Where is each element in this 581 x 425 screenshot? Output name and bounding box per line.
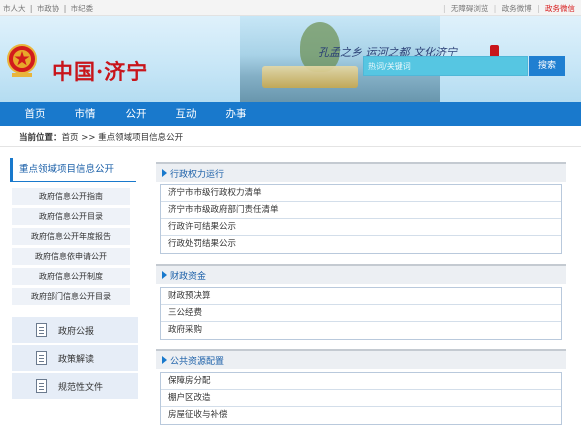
- triangle-right-icon: [162, 169, 167, 177]
- main-nav: 首页 市情 公开 互动 办事: [0, 102, 581, 126]
- sidebar-card-label: 规范性文件: [58, 383, 104, 393]
- list-item[interactable]: 保障房分配: [161, 373, 561, 390]
- section-title[interactable]: 行政权力运行: [170, 167, 224, 180]
- nav-item-interaction[interactable]: 互动: [158, 102, 214, 126]
- sidebar-link-on-request[interactable]: 政府信息依申请公开: [12, 248, 130, 265]
- nav-item-services[interactable]: 办事: [208, 102, 264, 126]
- banner-bridge: [262, 66, 358, 88]
- list-item[interactable]: 财政预决算: [161, 288, 561, 305]
- nav-item-city-info[interactable]: 市情: [57, 102, 113, 126]
- list-item[interactable]: 政府采购: [161, 322, 561, 339]
- sidebar-card-policy[interactable]: 政策解读: [12, 345, 138, 371]
- section-title[interactable]: 公共资源配置: [170, 354, 224, 367]
- section-title[interactable]: 财政资金: [170, 269, 206, 282]
- top-separator: |: [29, 4, 33, 13]
- list-item[interactable]: 棚户区改造: [161, 390, 561, 407]
- list-item[interactable]: 行政处罚结果公示: [161, 236, 561, 253]
- list-item[interactable]: 济宁市市级政府部门责任清单: [161, 202, 561, 219]
- search-button[interactable]: 搜索: [529, 56, 565, 76]
- sidebar-title: 重点领域项目信息公开: [10, 158, 136, 182]
- sidebar-link-annual-report[interactable]: 政府信息公开年度报告: [12, 228, 130, 245]
- sidebar-link-catalog[interactable]: 政府信息公开目录: [12, 208, 130, 225]
- section-header-public-resources: 公共资源配置: [156, 349, 566, 369]
- search-box: [363, 56, 528, 76]
- top-link-wechat[interactable]: 政务微信: [545, 4, 575, 13]
- list-item[interactable]: 三公经费: [161, 305, 561, 322]
- triangle-right-icon: [162, 356, 167, 364]
- breadcrumb-label: 当前位置：: [19, 133, 62, 143]
- section-list-finance: 财政预决算 三公经费 政府采购: [160, 287, 562, 340]
- top-links-left: 市人大 | 市政协 | 市纪委: [3, 3, 95, 14]
- sidebar-card-normative[interactable]: 规范性文件: [12, 373, 138, 399]
- search-input[interactable]: [364, 57, 527, 75]
- section-list-admin-power: 济宁市市级行政权力清单 济宁市市级政府部门责任清单 行政许可结果公示 行政处罚结…: [160, 184, 562, 254]
- sidebar-link-system[interactable]: 政府信息公开制度: [12, 268, 130, 285]
- separator: |: [442, 4, 446, 13]
- sidebar-link-dept-catalog[interactable]: 政府部门信息公开目录: [12, 288, 130, 305]
- top-link-zhengxie[interactable]: 市政协: [37, 4, 60, 13]
- list-item[interactable]: 济宁市市级行政权力清单: [161, 185, 561, 202]
- policy-icon: [36, 351, 47, 365]
- national-emblem-icon: [7, 44, 37, 77]
- nav-item-public[interactable]: 公开: [108, 102, 164, 126]
- breadcrumb: 当前位置：首页 >> 重点领域项目信息公开: [0, 126, 581, 147]
- gazette-icon: [36, 323, 47, 337]
- sidebar-card-label: 政府公报: [58, 327, 95, 337]
- top-link-jiwei[interactable]: 市纪委: [71, 4, 94, 13]
- section-header-admin-power: 行政权力运行: [156, 162, 566, 182]
- top-link-renda[interactable]: 市人大: [3, 4, 26, 13]
- list-item[interactable]: 行政许可结果公示: [161, 219, 561, 236]
- breadcrumb-path[interactable]: 首页 >> 重点领域项目信息公开: [62, 133, 184, 143]
- top-strip: 市人大 | 市政协 | 市纪委 | 无障碍浏览 | 政务微博 | 政务微信: [0, 0, 581, 16]
- document-icon: [36, 379, 47, 393]
- separator: |: [493, 4, 497, 13]
- sidebar-card-label: 政策解读: [58, 355, 95, 365]
- triangle-right-icon: [162, 271, 167, 279]
- section-list-public-resources: 保障房分配 棚户区改造 房屋征收与补偿: [160, 372, 562, 425]
- list-item[interactable]: 房屋征收与补偿: [161, 407, 561, 424]
- breadcrumb-text: 当前位置：首页 >> 重点领域项目信息公开: [19, 131, 183, 143]
- site-title[interactable]: 中国·济宁: [52, 56, 148, 86]
- nav-item-home[interactable]: 首页: [7, 102, 63, 126]
- sidebar-link-guide[interactable]: 政府信息公开指南: [12, 188, 130, 205]
- section-header-finance: 财政资金: [156, 264, 566, 284]
- top-separator: |: [63, 4, 67, 13]
- top-links-right: | 无障碍浏览 | 政务微博 | 政务微信: [440, 3, 575, 14]
- sidebar-card-gazette[interactable]: 政府公报: [12, 317, 138, 343]
- separator: |: [537, 4, 540, 13]
- top-link-weibo[interactable]: 政务微博: [502, 4, 532, 13]
- top-link-accessible[interactable]: 无障碍浏览: [451, 4, 489, 13]
- sidebar: 重点领域项目信息公开 政府信息公开指南 政府信息公开目录 政府信息公开年度报告 …: [10, 158, 138, 420]
- header-banner: 中国·济宁 孔孟之乡 运河之都 文化济宁 搜索: [0, 16, 581, 102]
